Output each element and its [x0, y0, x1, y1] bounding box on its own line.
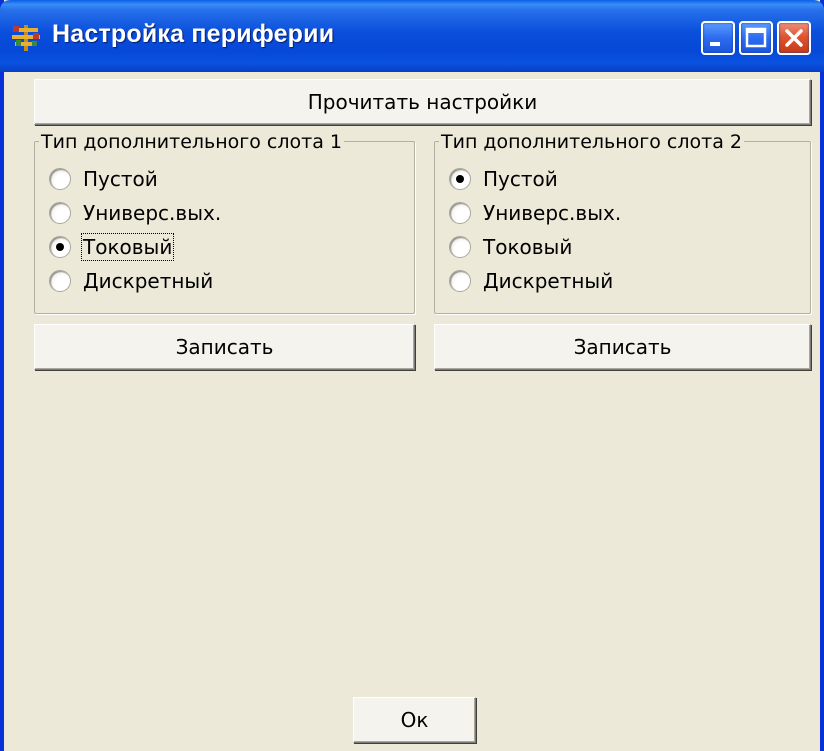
tree-app-icon[interactable] — [10, 21, 42, 53]
radio-button-checked-icon[interactable] — [49, 236, 71, 258]
write-slot2-button[interactable]: Записать — [434, 324, 811, 370]
title-bar[interactable]: Настройка периферии — [0, 0, 824, 72]
radio-button-icon[interactable] — [449, 236, 471, 258]
slot2-radio-empty[interactable]: Пустой — [449, 164, 558, 194]
radio-button-checked-icon[interactable] — [449, 168, 471, 190]
write-slot1-label: Записать — [175, 335, 274, 359]
radio-label: Пустой — [83, 167, 158, 191]
slot2-radio-current[interactable]: Токовый — [449, 232, 572, 262]
write-slot1-button[interactable]: Записать — [34, 324, 415, 370]
radio-label: Токовый — [483, 235, 573, 259]
peripheral-settings-window: Настройка периферии Прочитать настройки … — [0, 0, 824, 751]
radio-label: Пустой — [483, 167, 558, 191]
maximize-button[interactable] — [739, 21, 773, 55]
minimize-button[interactable] — [701, 21, 735, 55]
radio-label: Токовый — [80, 233, 175, 261]
radio-button-icon[interactable] — [449, 202, 471, 224]
slot1-radio-current[interactable]: Токовый — [49, 232, 175, 262]
maximize-icon — [745, 27, 767, 48]
radio-label: Универс.вых. — [483, 201, 622, 225]
radio-button-icon[interactable] — [449, 270, 471, 292]
write-slot2-label: Записать — [573, 335, 672, 359]
slot2-type-group: Тип дополнительного слота 2 Пустой Униве… — [434, 131, 811, 314]
radio-button-icon[interactable] — [49, 168, 71, 190]
radio-label: Дискретный — [83, 269, 214, 293]
slot2-legend: Тип дополнительного слота 2 — [439, 131, 744, 153]
ok-button[interactable]: Ок — [353, 697, 476, 743]
slot2-radio-discrete[interactable]: Дискретный — [449, 266, 613, 296]
slot1-legend: Тип дополнительного слота 1 — [39, 131, 344, 153]
minimize-icon — [710, 42, 720, 46]
slot1-type-group: Тип дополнительного слота 1 Пустой Униве… — [34, 131, 415, 314]
read-settings-label: Прочитать настройки — [307, 90, 538, 114]
slot1-radio-empty[interactable]: Пустой — [49, 164, 158, 194]
slot2-radio-universal-output[interactable]: Универс.вых. — [449, 198, 621, 228]
slot1-radio-universal-output[interactable]: Универс.вых. — [49, 198, 221, 228]
read-settings-button[interactable]: Прочитать настройки — [34, 79, 811, 125]
ok-label: Ок — [400, 708, 429, 732]
window-title: Настройка периферии — [52, 20, 335, 48]
radio-button-icon[interactable] — [49, 270, 71, 292]
slot1-radio-discrete[interactable]: Дискретный — [49, 266, 213, 296]
close-button[interactable] — [777, 21, 811, 55]
radio-label: Универс.вых. — [83, 201, 222, 225]
radio-button-icon[interactable] — [49, 202, 71, 224]
close-icon — [785, 29, 803, 47]
radio-label: Дискретный — [483, 269, 614, 293]
